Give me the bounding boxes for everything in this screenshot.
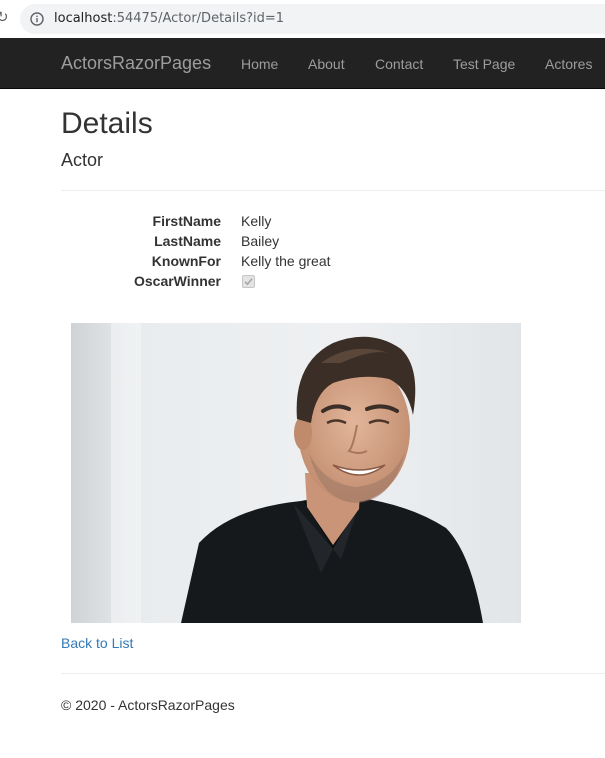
nav-link-contact[interactable]: Contact xyxy=(375,55,423,73)
detail-label: LastName xyxy=(154,233,221,249)
page-subtitle: Actor xyxy=(61,150,104,170)
brand-link[interactable]: ActorsRazorPages xyxy=(61,53,211,73)
actor-photo xyxy=(71,323,521,623)
detail-label: KnownFor xyxy=(151,253,221,269)
oscar-winner-checkbox xyxy=(242,275,255,288)
detail-row-knownfor: KnownFor Kelly the great xyxy=(61,251,361,271)
content-divider xyxy=(61,190,605,191)
detail-label: OscarWinner xyxy=(133,273,221,289)
nav-link-about[interactable]: About xyxy=(308,55,345,73)
nav-link-test-page[interactable]: Test Page xyxy=(453,55,515,73)
footer-divider xyxy=(61,673,605,674)
footer-copyright: © 2020 - ActorsRazorPages xyxy=(61,697,235,713)
info-icon[interactable] xyxy=(30,12,44,26)
url-host: localhost xyxy=(54,11,113,26)
url-text[interactable]: localhost:54475/Actor/Details?id=1 xyxy=(54,11,284,27)
detail-label: FirstName xyxy=(152,213,221,229)
site-navbar: ActorsRazorPages Home About Contact Test… xyxy=(0,38,605,89)
detail-row-lastname: LastName Bailey xyxy=(61,231,361,251)
actor-portrait-image xyxy=(71,323,521,623)
page-title: Details xyxy=(61,107,153,140)
detail-row-firstname: FirstName Kelly xyxy=(61,211,361,231)
detail-value: Kelly the great xyxy=(241,253,331,269)
back-to-list-link[interactable]: Back to List xyxy=(61,634,133,652)
url-field[interactable]: localhost:54475/Actor/Details?id=1 xyxy=(20,4,605,34)
detail-value: Kelly xyxy=(241,213,272,229)
detail-value: Bailey xyxy=(241,233,280,249)
nav-link-home[interactable]: Home xyxy=(241,55,278,73)
reload-icon[interactable]: ↻ xyxy=(0,9,9,27)
browser-address-bar: ↻ localhost:54475/Actor/Details?id=1 xyxy=(0,0,605,38)
nav-link-actores[interactable]: Actores xyxy=(545,55,592,73)
url-path: :54475/Actor/Details?id=1 xyxy=(112,11,285,26)
checkmark-icon xyxy=(244,278,253,286)
detail-row-oscarwinner: OscarWinner xyxy=(61,271,361,291)
